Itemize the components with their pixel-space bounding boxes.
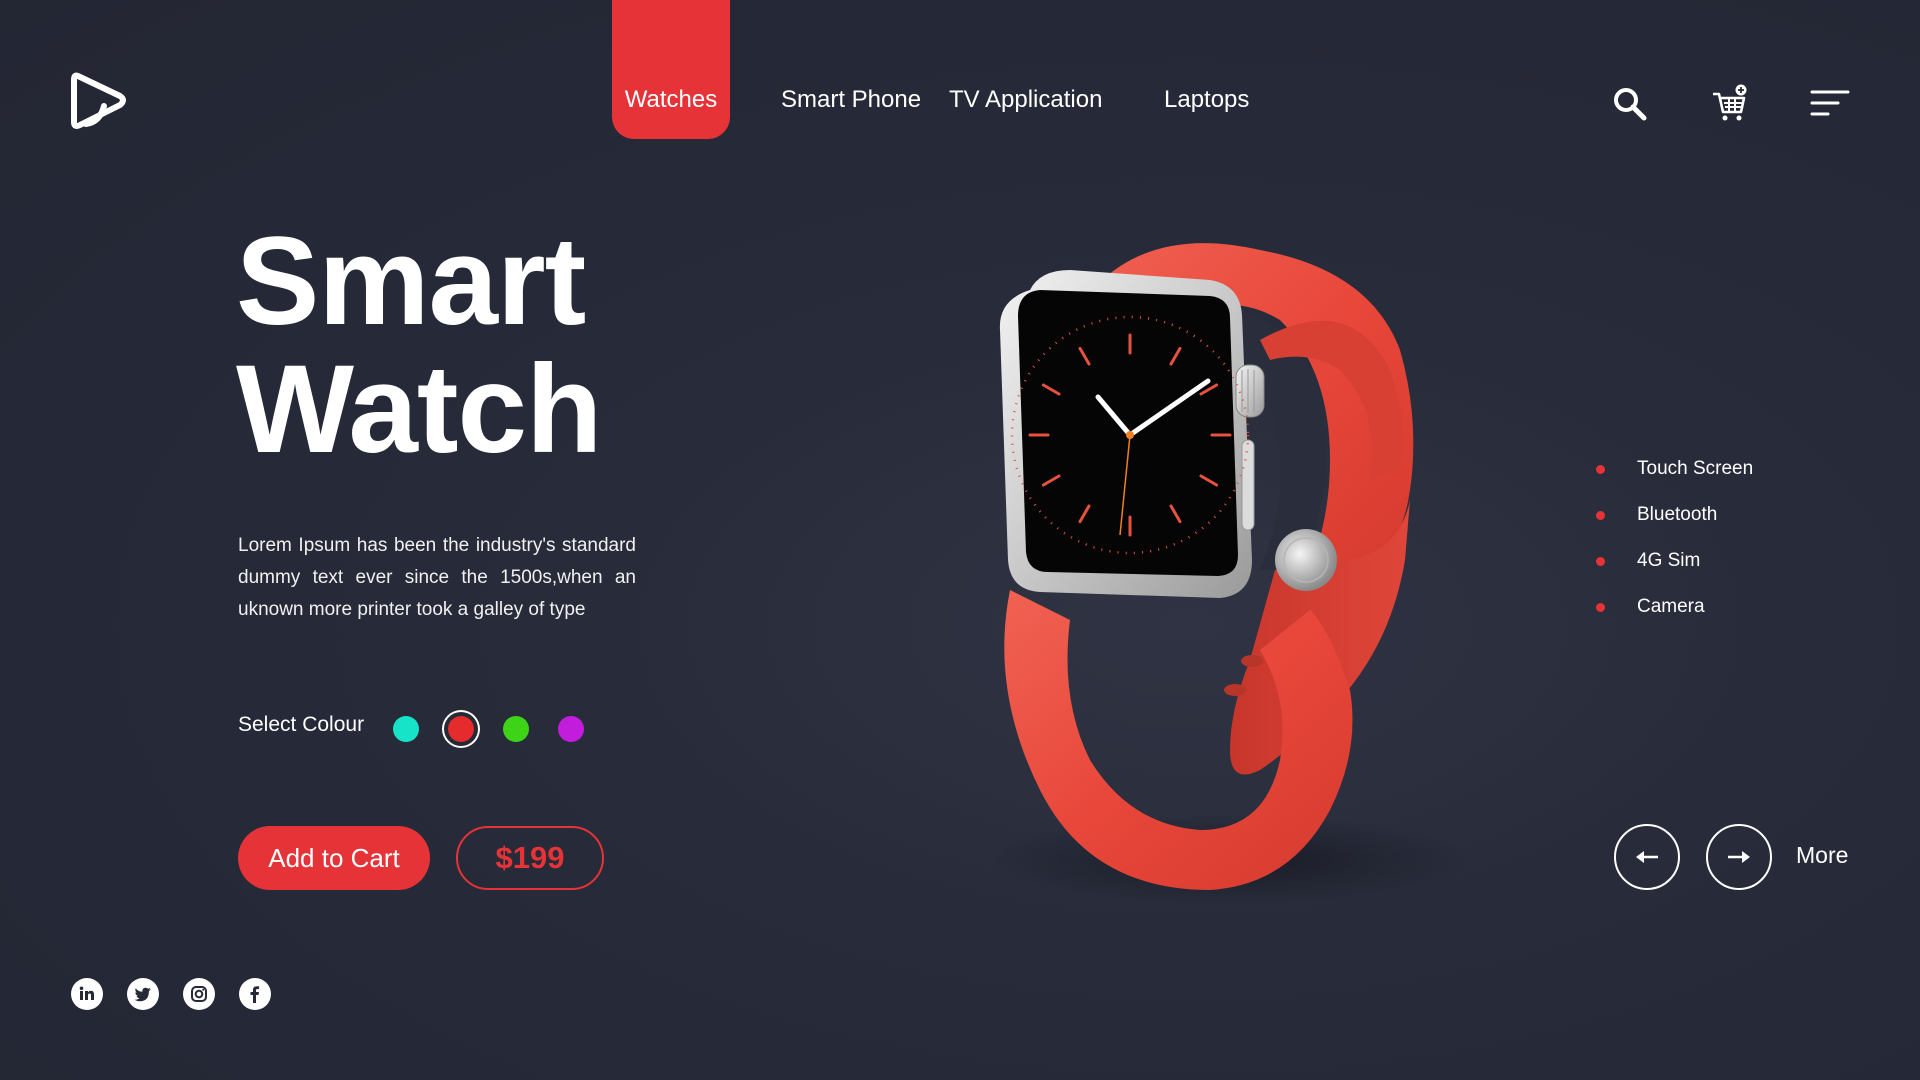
next-arrow-button[interactable] <box>1706 824 1772 890</box>
cart-add-icon[interactable] <box>1710 84 1750 124</box>
nav-item-watches[interactable]: Watches <box>612 86 730 114</box>
colour-swatch-purple[interactable] <box>558 716 584 742</box>
feature-bullet <box>1596 603 1605 612</box>
feature-bluetooth: Bluetooth <box>1637 504 1718 525</box>
facebook-icon[interactable] <box>239 978 271 1010</box>
feature-bullet <box>1596 557 1605 566</box>
menu-icon[interactable] <box>1810 84 1850 124</box>
feature-touch-screen: Touch Screen <box>1637 458 1754 479</box>
feature-bullet <box>1596 511 1605 520</box>
colour-swatch-teal[interactable] <box>393 716 419 742</box>
nav-item-tv-application[interactable]: TV Application <box>949 86 1102 114</box>
search-icon[interactable] <box>1610 84 1650 124</box>
landing-page: Watches Smart Phone TV Application Lapto… <box>0 0 1920 1080</box>
feature-camera: Camera <box>1637 596 1705 617</box>
smart-watch-image <box>990 243 1470 905</box>
nav-active-indicator <box>612 0 730 139</box>
feature-bullet <box>1596 465 1605 474</box>
colour-swatch-green[interactable] <box>503 716 529 742</box>
hero-description: Lorem Ipsum has been the industry's stan… <box>238 535 636 620</box>
hero-title: Smart Watch <box>236 212 602 479</box>
colour-swatch-red[interactable] <box>448 716 474 742</box>
arrow-right-icon <box>1728 851 1750 863</box>
nav-item-laptops[interactable]: Laptops <box>1164 86 1249 114</box>
linkedin-icon[interactable] <box>71 978 103 1010</box>
arrow-left-icon <box>1636 851 1658 863</box>
more-link[interactable]: More <box>1796 842 1848 869</box>
prev-arrow-button[interactable] <box>1614 824 1680 890</box>
nav-item-smart-phone[interactable]: Smart Phone <box>781 86 921 114</box>
twitter-icon[interactable] <box>127 978 159 1010</box>
hero-title-line2: Watch <box>236 340 602 479</box>
hero-title-line1: Smart <box>236 212 586 351</box>
add-to-cart-button[interactable]: Add to Cart <box>238 826 430 890</box>
price-badge: $199 <box>456 826 604 890</box>
feature-4g-sim: 4G Sim <box>1637 550 1701 571</box>
logo-icon[interactable] <box>70 70 126 130</box>
select-colour-label: Select Colour <box>238 713 365 736</box>
instagram-icon[interactable] <box>183 978 215 1010</box>
